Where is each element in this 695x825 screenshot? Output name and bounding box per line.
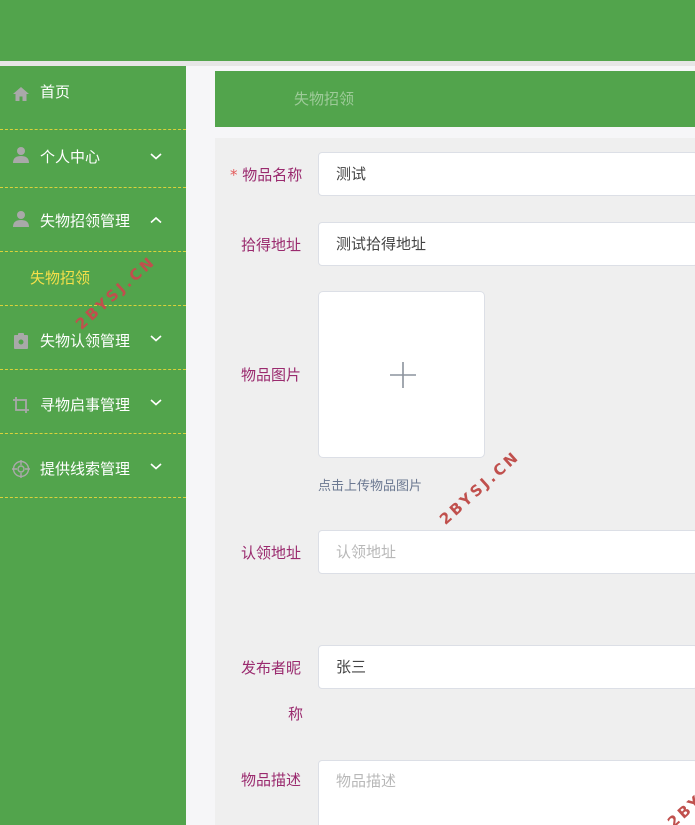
clipboard-icon [14,333,28,349]
item-name-input[interactable]: 测试 [318,152,695,196]
sidebar-item-label: 提供线索管理 [40,460,131,478]
sidebar-item-label: 首页 [40,83,71,101]
item-description-label: 物品描述 [241,771,302,789]
sidebar-item-lost-notice-management[interactable]: 寻物启事管理 [0,370,186,434]
plus-icon [390,362,416,388]
sidebar: 首页 个人中心 失物招领管理 失物招领 失物认领管理 寻物启事管理 提供线索管理 [0,66,186,825]
image-upload-box[interactable] [318,291,485,458]
home-icon [13,87,29,101]
sidebar-item-clue-management[interactable]: 提供线索管理 [0,434,186,498]
required-mark: * [230,166,238,184]
item-description-textarea[interactable]: 物品描述 [318,760,695,825]
crop-icon [13,397,29,413]
upload-hint: 点击上传物品图片 [318,479,423,494]
user-icon [13,211,29,227]
publisher-nickname-label: 发布者昵 [241,659,302,677]
sidebar-item-label: 失物招领管理 [40,212,131,230]
publisher-nickname-label-cont: 称 [288,705,304,723]
publisher-nickname-input[interactable]: 张三 [318,645,695,689]
sidebar-item-label: 寻物启事管理 [40,396,131,414]
claim-address-input[interactable]: 认领地址 [318,530,695,574]
sidebar-item-home[interactable]: 首页 [0,66,186,130]
sidebar-item-label: 失物认领管理 [40,332,131,350]
item-name-label: * 物品名称 [230,166,303,184]
chevron-down-icon [150,153,162,160]
found-address-input[interactable]: 测试拾得地址 [318,222,695,266]
breadcrumb-current: 失物招领 [294,90,355,108]
user-icon [13,147,29,163]
target-icon [12,460,30,478]
item-image-label: 物品图片 [241,366,302,384]
breadcrumb: 失物招领 [215,71,695,127]
top-header-bar [0,0,695,61]
found-address-label: 拾得地址 [241,236,302,254]
sidebar-item-lost-found-management[interactable]: 失物招领管理 [0,188,186,252]
sidebar-item-personal-center[interactable]: 个人中心 [0,124,186,188]
sidebar-subitem-lost-found[interactable]: 失物招领 [0,250,186,306]
claim-address-label: 认领地址 [241,544,302,562]
chevron-down-icon [150,463,162,470]
chevron-down-icon [150,399,162,406]
chevron-up-icon [150,216,162,224]
chevron-down-icon [150,335,162,342]
sidebar-subitem-label: 失物招领 [30,269,91,287]
sidebar-item-label: 个人中心 [40,148,101,166]
